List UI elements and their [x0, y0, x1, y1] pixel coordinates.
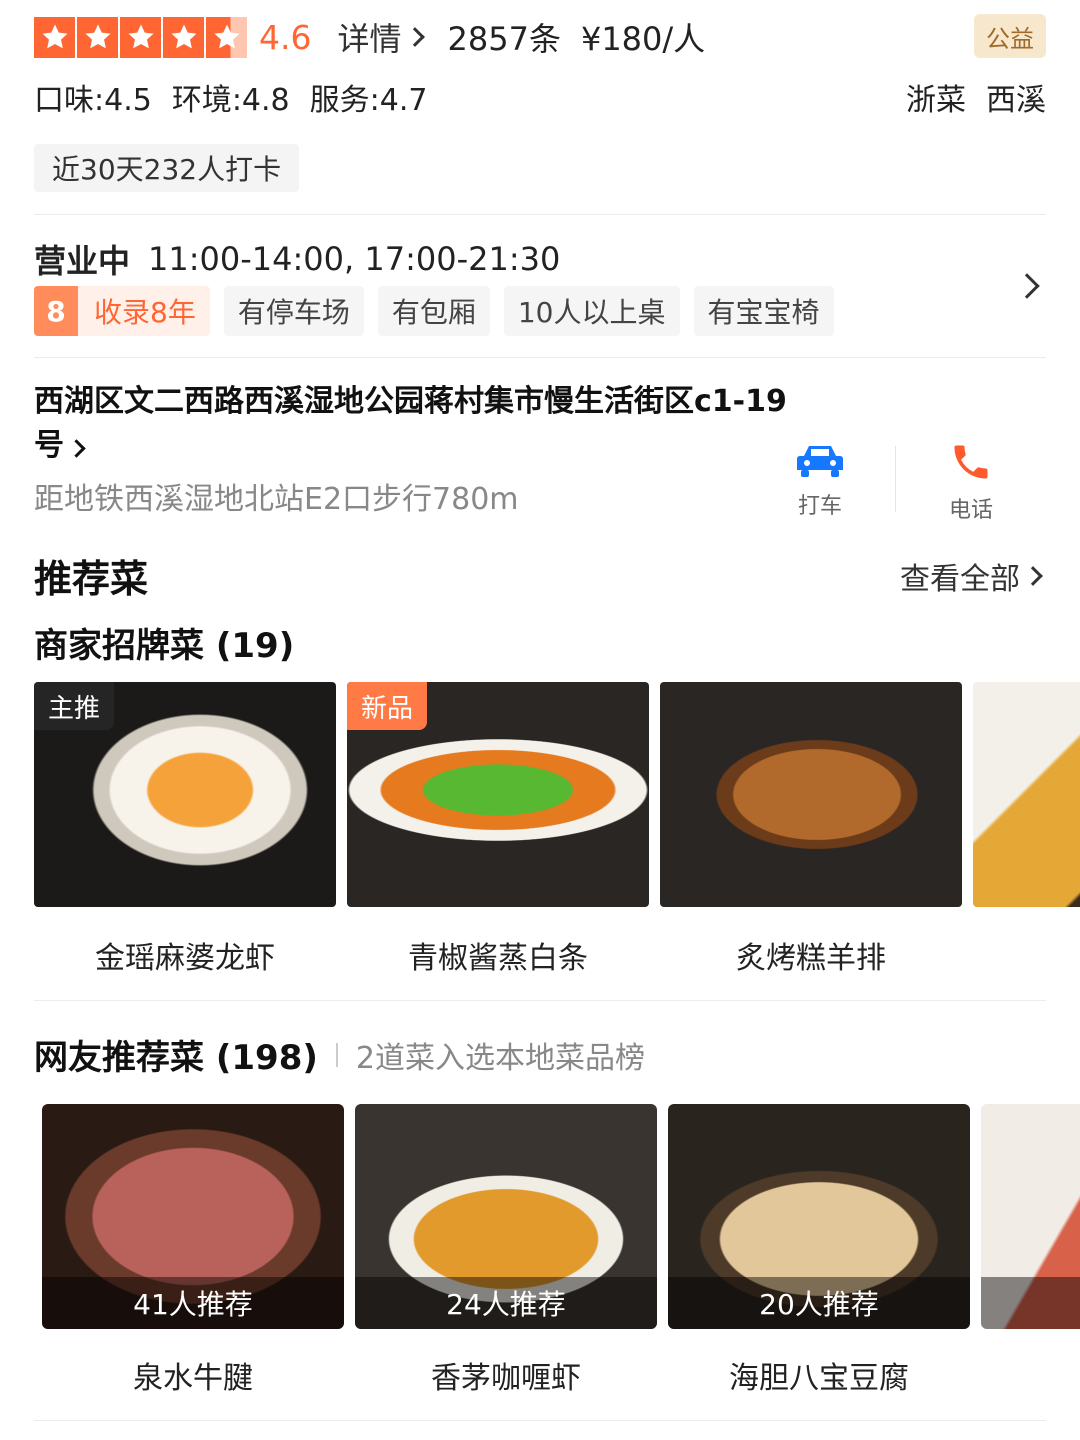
phone-icon	[954, 445, 988, 479]
friends-dishes-title: 网友推荐菜 (198)	[34, 1038, 318, 1078]
see-all-label: 查看全部	[900, 562, 1020, 597]
signature-dishes-title: 商家招牌菜 (19)	[34, 626, 295, 666]
dish-card[interactable]: 41人推荐 泉水牛腱	[42, 1104, 344, 1397]
chevron-right-icon	[1023, 566, 1043, 586]
address-link[interactable]: 西湖区文二西路西溪湿地公园蒋村集市慢生活街区c1-19号	[34, 380, 794, 468]
taste-score: 口味:4.5	[34, 83, 152, 118]
star-icon	[163, 16, 204, 58]
dish-name: 泉水牛腱	[133, 1361, 253, 1396]
rating-score: 4.6	[259, 17, 312, 57]
section-title: 推荐菜	[34, 557, 149, 601]
environment-score: 环境:4.8	[171, 83, 290, 118]
cuisine-tag[interactable]: 浙菜	[906, 75, 966, 119]
star-rating	[34, 16, 247, 58]
details-label: 详情	[337, 20, 402, 58]
divider	[34, 1420, 1046, 1421]
recommend-count: 1	[981, 1277, 1080, 1329]
car-icon	[797, 446, 843, 477]
dish-card[interactable]: 1 十年	[981, 1104, 1080, 1397]
dish-photo: 20人推荐	[668, 1104, 970, 1329]
recommend-count: 41人推荐	[42, 1277, 344, 1329]
review-count[interactable]: 2857条	[448, 14, 561, 60]
recommend-count: 20人推荐	[668, 1277, 970, 1329]
star-icon	[120, 16, 161, 58]
open-status: 营业中	[34, 242, 131, 280]
dish-name: 金瑶麻婆龙虾	[95, 941, 275, 976]
rating-row: 4.6 详情 2857条 ¥180/人 公益	[34, 14, 1046, 60]
feature-parking[interactable]: 有停车场	[223, 286, 364, 336]
recommend-count: 24人推荐	[355, 1277, 657, 1329]
feature-private-room[interactable]: 有包厢	[377, 286, 490, 336]
address-text: 西湖区文二西路西溪湿地公园蒋村集市慢生活街区c1-19号	[34, 384, 787, 463]
chevron-right-icon[interactable]	[1014, 273, 1040, 299]
dish-name: 青椒酱蒸白条	[408, 941, 588, 976]
dish-name: 香茅咖喱虾	[431, 1361, 581, 1396]
dish-photo	[973, 682, 1080, 907]
dish-name: 十年	[981, 1353, 1080, 1397]
dish-photo: 24人推荐	[355, 1104, 657, 1329]
subscore-row: 口味:4.5 环境:4.8 服务:4.7 浙菜 西溪	[34, 74, 1046, 120]
details-link[interactable]: 详情	[337, 14, 425, 60]
dish-photo	[660, 682, 962, 907]
chevron-right-icon	[404, 27, 425, 47]
avg-price: ¥180/人	[580, 20, 706, 58]
taxi-label: 打车	[797, 494, 842, 519]
hours-text: 11:00-14:00, 17:00-21:30	[148, 240, 561, 278]
dish-name: 香茅	[973, 933, 1080, 977]
phone-button[interactable]: 电话	[896, 440, 1046, 524]
service-score: 服务:4.7	[309, 83, 428, 118]
feature-baby-chair[interactable]: 有宝宝椅	[693, 286, 834, 336]
featured-tag: 主推	[34, 682, 115, 730]
dish-card[interactable]: 炙烤糕羊排	[660, 682, 962, 977]
metro-distance: 距地铁西溪湿地北站E2口步行780m	[34, 482, 519, 517]
area-tag[interactable]: 西溪	[986, 75, 1046, 119]
feature-large-table[interactable]: 10人以上桌	[503, 286, 680, 336]
friends-dishes-header: 网友推荐菜 (198) 2道菜入选本地菜品榜	[34, 1030, 645, 1079]
years-listed-tag[interactable]: 8 收录8年	[34, 286, 210, 336]
divider	[34, 1000, 1046, 1001]
feature-tags: 8 收录8年 有停车场 有包厢 10人以上桌 有宝宝椅	[34, 286, 834, 336]
divider	[34, 357, 1046, 358]
star-half-icon	[206, 16, 247, 58]
dish-card[interactable]: 新品 青椒酱蒸白条	[347, 682, 649, 977]
ranking-note[interactable]: 2道菜入选本地菜品榜	[356, 1033, 645, 1077]
dish-card[interactable]: 20人推荐 海胆八宝豆腐	[668, 1104, 970, 1397]
star-icon	[77, 16, 118, 58]
taxi-button[interactable]: 打车	[745, 440, 895, 524]
dish-card[interactable]: 香茅	[973, 682, 1080, 977]
phone-label: 电话	[948, 498, 993, 523]
see-all-link[interactable]: 查看全部	[900, 554, 1043, 598]
dish-card[interactable]: 主推 金瑶麻婆龙虾	[34, 682, 336, 977]
years-badge-icon: 8	[34, 286, 78, 336]
star-icon	[34, 16, 75, 58]
signature-dish-carousel[interactable]: 主推 金瑶麻婆龙虾 新品 青椒酱蒸白条 炙烤糕羊排 香茅	[34, 682, 1080, 982]
charity-badge[interactable]: 公益	[974, 14, 1046, 58]
dish-photo: 主推	[34, 682, 336, 907]
business-hours[interactable]: 营业中 11:00-14:00, 17:00-21:30	[34, 236, 560, 282]
dish-name: 海胆八宝豆腐	[729, 1361, 909, 1396]
dish-photo: 1	[981, 1104, 1080, 1329]
chevron-right-icon	[67, 439, 86, 458]
divider	[335, 1042, 338, 1067]
new-tag: 新品	[347, 682, 428, 730]
divider	[34, 214, 1046, 215]
years-label: 收录8年	[94, 296, 196, 329]
action-buttons: 打车 电话	[745, 440, 1046, 524]
checkin-badge[interactable]: 近30天232人打卡	[34, 144, 300, 192]
dish-photo: 41人推荐	[42, 1104, 344, 1329]
dish-name: 炙烤糕羊排	[736, 941, 886, 976]
dish-card[interactable]: 24人推荐 香茅咖喱虾	[355, 1104, 657, 1397]
friends-dish-carousel[interactable]: 41人推荐 泉水牛腱 24人推荐 香茅咖喱虾 20人推荐 海胆八宝豆腐 1 十年	[42, 1104, 1080, 1404]
dish-photo: 新品	[347, 682, 649, 907]
